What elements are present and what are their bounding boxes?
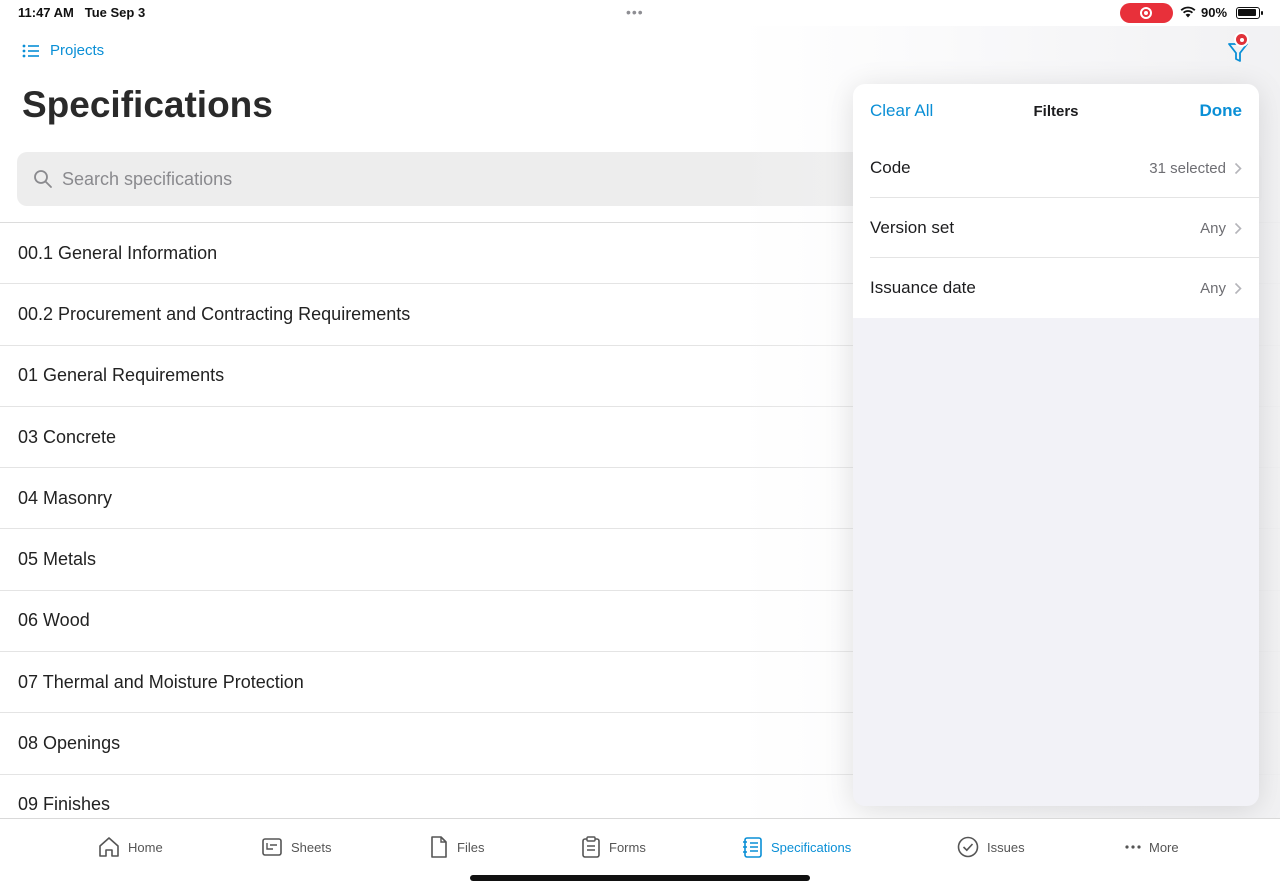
list-item-label: 03 Concrete <box>18 426 117 447</box>
tab-forms[interactable]: Forms <box>580 835 646 859</box>
filter-row-issuance-date[interactable]: Issuance date Any <box>853 258 1259 318</box>
tab-label: Files <box>457 839 485 855</box>
tab-label: More <box>1149 839 1179 855</box>
filter-options: Code 31 selected Version set Any Issuanc… <box>853 138 1259 318</box>
tab-label: Specifications <box>771 839 852 855</box>
tab-label: Home <box>128 839 163 855</box>
tab-issues[interactable]: Issues <box>956 835 1025 859</box>
projects-label: Projects <box>50 42 105 59</box>
screen-recording-indicator[interactable] <box>1120 3 1173 23</box>
filter-value: Any <box>1200 219 1226 237</box>
more-icon <box>1125 845 1141 849</box>
list-item-label: 01 General Requirements <box>18 365 225 386</box>
tab-label: Forms <box>609 839 646 855</box>
filters-popover: Clear All Filters Done Code 31 selected … <box>853 84 1259 806</box>
sheets-icon <box>262 838 282 856</box>
filter-row-version-set[interactable]: Version set Any <box>853 198 1259 258</box>
list-item-label: 04 Masonry <box>18 487 113 508</box>
list-item-label: 06 Wood <box>18 610 90 631</box>
list-icon <box>22 44 39 57</box>
tab-files[interactable]: Files <box>428 835 484 859</box>
filter-value: 31 selected <box>1149 159 1226 177</box>
file-icon <box>431 836 447 858</box>
status-bar: 11:47 AM Tue Sep 3 ••• 90% <box>0 0 1280 26</box>
filter-value: Any <box>1200 279 1226 297</box>
filter-label: Version set <box>870 218 955 237</box>
search-input[interactable] <box>62 168 662 190</box>
popover-title: Filters <box>1033 103 1079 120</box>
list-item-label: 08 Openings <box>18 733 121 754</box>
list-item-label: 00.2 Procurement and Contracting Require… <box>18 303 411 324</box>
filter-label: Code <box>870 158 911 177</box>
list-item-label: 09 Finishes <box>18 794 111 815</box>
list-item-label: 07 Thermal and Moisture Protection <box>18 671 304 692</box>
chevron-right-icon <box>1234 222 1242 235</box>
search-icon <box>34 170 52 188</box>
battery-percentage: 90% <box>1201 5 1228 20</box>
page-title: Specifications <box>22 84 273 125</box>
filter-active-badge <box>1234 32 1249 47</box>
wifi-icon <box>1180 6 1196 18</box>
chevron-right-icon <box>1234 162 1242 175</box>
tab-specifications[interactable]: Specifications <box>742 835 851 859</box>
tab-home[interactable]: Home <box>97 835 163 859</box>
home-icon <box>99 837 119 857</box>
filter-label: Issuance date <box>870 278 976 297</box>
done-button[interactable]: Done <box>1200 101 1243 121</box>
tab-label: Sheets <box>291 839 332 855</box>
chevron-right-icon <box>1234 282 1242 295</box>
multitasking-dots[interactable]: ••• <box>626 4 644 20</box>
tab-label: Issues <box>987 839 1025 855</box>
tab-more[interactable]: More <box>1124 835 1179 859</box>
status-time: 11:47 AM Tue Sep 3 <box>18 5 146 20</box>
battery-icon <box>1236 7 1263 19</box>
filter-row-code[interactable]: Code 31 selected <box>853 138 1259 198</box>
list-item-label: 00.1 General Information <box>18 242 218 263</box>
specifications-icon <box>743 837 762 858</box>
clipboard-icon <box>582 836 600 858</box>
check-circle-icon <box>957 836 979 858</box>
home-indicator[interactable] <box>470 875 810 881</box>
tab-sheets[interactable]: Sheets <box>260 835 331 859</box>
projects-button[interactable]: Projects <box>22 42 104 59</box>
popover-header: Clear All Filters Done <box>853 84 1259 138</box>
list-item-label: 05 Metals <box>18 549 97 570</box>
